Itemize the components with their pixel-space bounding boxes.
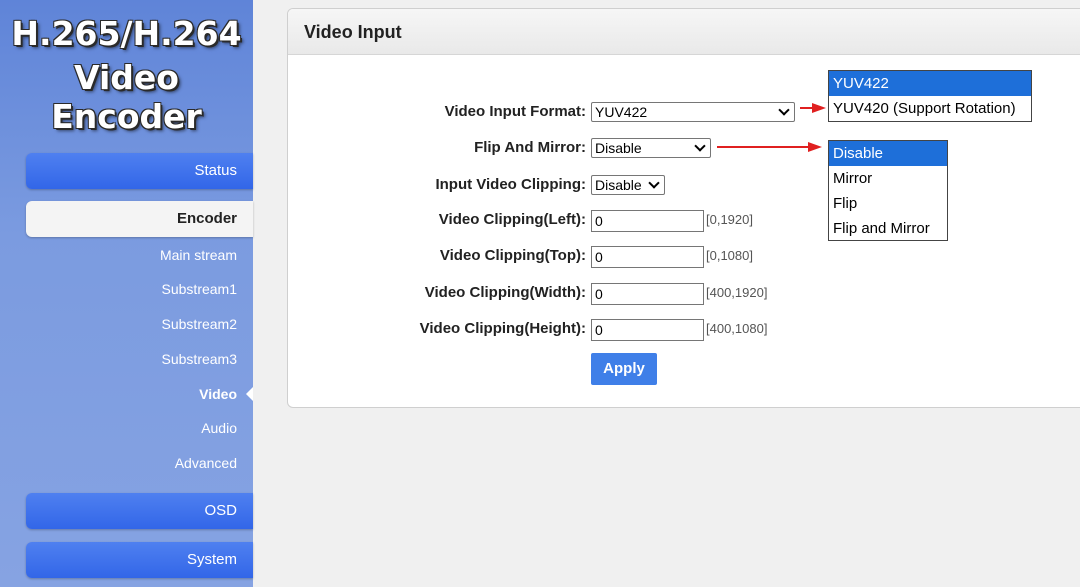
arrow-flip-icon — [717, 142, 822, 152]
flip-options-popup: Disable Mirror Flip Flip and Mirror — [828, 140, 948, 241]
arrow-format-icon — [800, 103, 826, 113]
format-options-popup: YUV422 YUV420 (Support Rotation) — [828, 70, 1032, 122]
flip-option-disable[interactable]: Disable — [829, 141, 947, 166]
flip-option-flip[interactable]: Flip — [829, 191, 947, 216]
flip-option-flip-and-mirror[interactable]: Flip and Mirror — [829, 216, 947, 241]
format-option-yuv422[interactable]: YUV422 — [829, 71, 1031, 96]
flip-option-mirror[interactable]: Mirror — [829, 166, 947, 191]
format-option-yuv420[interactable]: YUV420 (Support Rotation) — [829, 96, 1031, 121]
